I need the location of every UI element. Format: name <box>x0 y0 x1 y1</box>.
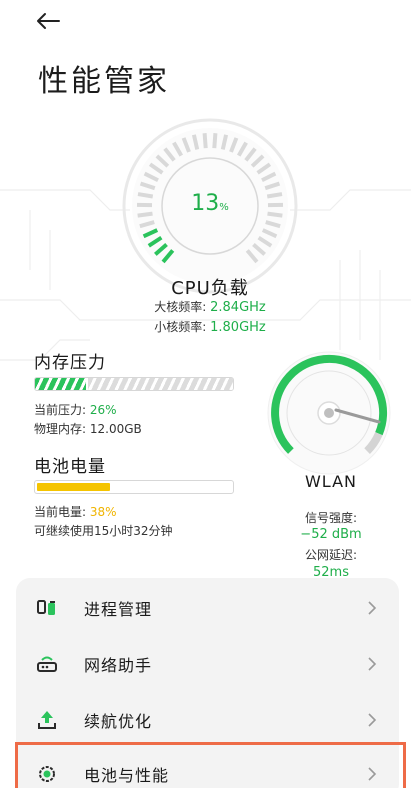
router-icon <box>36 653 58 675</box>
back-button[interactable] <box>30 6 66 36</box>
battery-level-bar <box>34 480 234 494</box>
wlan-latency-label: 公网延迟: <box>304 548 358 562</box>
memory-pressure-fill <box>35 378 87 390</box>
menu-item-label: 进程管理 <box>84 600 153 619</box>
menu-item-label: 网络助手 <box>84 656 153 675</box>
battery-optimize-icon <box>36 709 58 731</box>
big-core-frequency-value: 2.84GHz <box>210 300 266 315</box>
wlan-signal-label: 信号强度: <box>304 511 358 525</box>
chevron-right-icon <box>368 601 377 615</box>
wlan-signal-gauge <box>267 351 391 475</box>
chevron-right-icon <box>368 713 377 727</box>
memory-pressure-current: 当前压力: 26% <box>34 403 117 417</box>
memory-pressure-title: 内存压力 <box>34 353 106 373</box>
memory-pressure-value: 26% <box>89 403 117 417</box>
wlan-label: WLAN <box>304 472 357 491</box>
menu-item-network-assistant[interactable]: 网络助手 <box>16 636 399 692</box>
physical-memory-value: 12.00GB <box>89 422 142 436</box>
cpu-load-value: 13% <box>191 191 229 216</box>
physical-memory: 物理内存: 12.00GB <box>34 422 142 436</box>
battery-title: 电池电量 <box>34 457 106 477</box>
small-core-frequency: 小核频率: 1.80GHz <box>154 320 266 335</box>
chevron-right-icon <box>368 657 377 671</box>
cpu-gauge-tick <box>212 133 218 149</box>
back-arrow-icon <box>37 13 60 29</box>
memory-pressure-bar <box>34 377 234 391</box>
battery-current-level: 当前电量: 38% <box>34 505 117 519</box>
menu-item-process-management[interactable]: 进程管理 <box>16 580 399 636</box>
cpu-load-label: CPU负载 <box>171 278 249 299</box>
battery-level-value: 38% <box>89 505 117 519</box>
wlan-signal-value: −52 dBm <box>300 527 362 542</box>
menu-item-battery-life-optimization[interactable]: 续航优化 <box>16 692 399 748</box>
big-core-frequency: 大核频率: 2.84GHz <box>154 300 266 315</box>
process-icon <box>36 597 58 619</box>
memory-pressure-remaining <box>88 378 233 390</box>
battery-level-fill <box>37 483 111 491</box>
cpu-gauge-tick <box>202 133 208 149</box>
menu-item-label: 续航优化 <box>84 712 153 731</box>
battery-remaining-time: 可继续使用15小时32分钟 <box>34 524 173 538</box>
selection-highlight <box>15 742 406 788</box>
small-core-frequency-value: 1.80GHz <box>210 320 266 335</box>
page-title: 性能管家 <box>38 64 170 99</box>
